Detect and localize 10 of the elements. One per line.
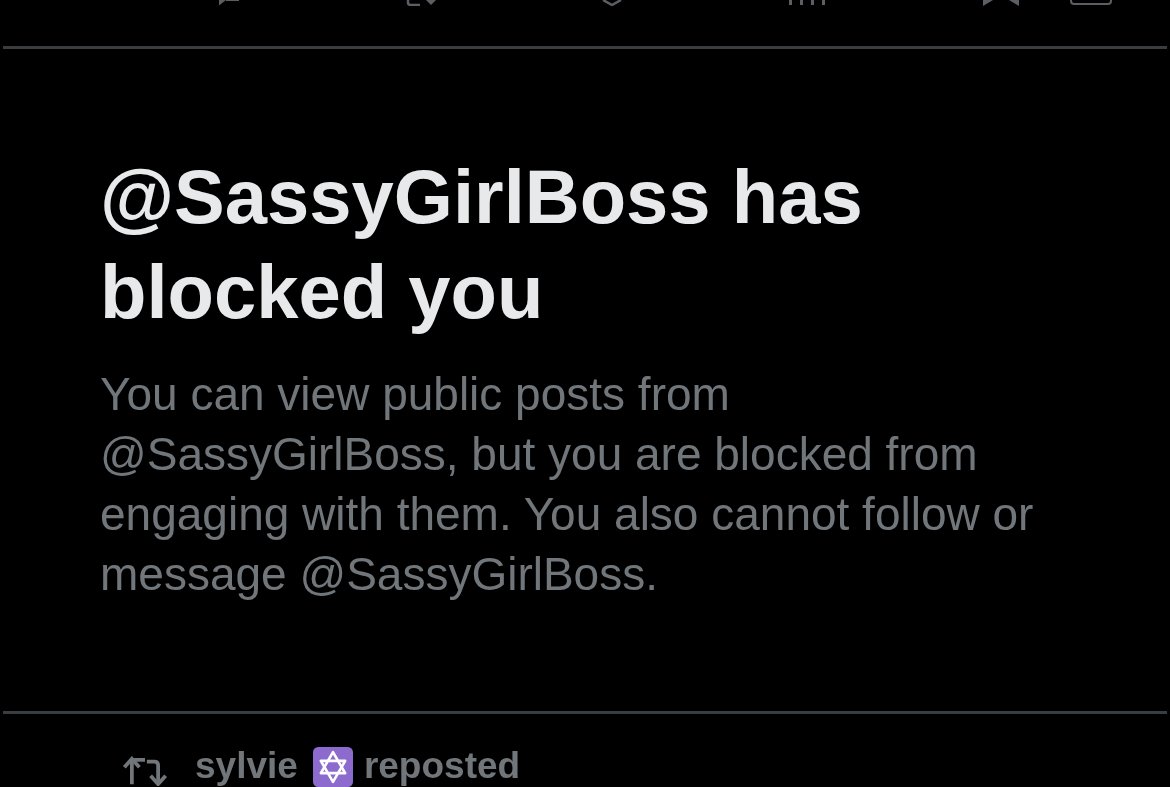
star-of-david-icon (312, 747, 353, 787)
share-icon[interactable] (1070, 0, 1112, 5)
repost-icon (122, 756, 168, 786)
reply-icon[interactable] (217, 0, 241, 6)
views-icon[interactable] (789, 0, 826, 6)
blocked-message: You can view public posts from @SassyGirlBoss, but you are blocked from engaging with them. You also cannot follow or message @SassyGirlBoss. (100, 367, 1035, 602)
reposter-name[interactable]: sylvie (195, 748, 298, 784)
reposted-label: reposted (363, 748, 521, 784)
blocked-title: @SassyGirlBoss has blocked you (100, 153, 864, 336)
bookmark-icon[interactable] (981, 0, 1021, 7)
